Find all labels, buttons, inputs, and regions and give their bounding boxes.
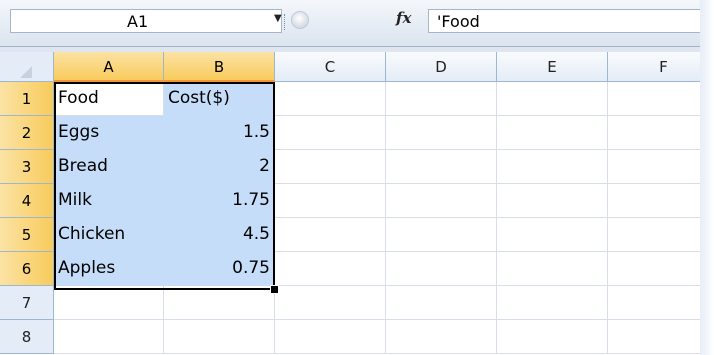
cell-a8[interactable]	[54, 320, 164, 354]
cell-a1[interactable]: Food	[54, 82, 164, 116]
cell-f5[interactable]	[608, 218, 700, 252]
cell-b8[interactable]	[164, 320, 275, 354]
table-row: Milk 1.75	[54, 184, 700, 218]
cell-c6[interactable]	[275, 252, 386, 286]
table-row: Food Cost($)	[54, 82, 700, 116]
cell-d8[interactable]	[386, 320, 497, 354]
table-row: Eggs 1.5	[54, 116, 700, 150]
table-row: Bread 2	[54, 150, 700, 184]
column-headers: A B C D E F	[54, 52, 700, 82]
cell-area: Food Cost($) Eggs 1.5 Bread 2 Milk 1.75 …	[54, 82, 700, 354]
cell-a4[interactable]: Milk	[54, 184, 164, 218]
column-header-f[interactable]: F	[608, 52, 700, 82]
cell-f3[interactable]	[608, 150, 700, 184]
cell-d6[interactable]	[386, 252, 497, 286]
insert-function-icon[interactable]: fx	[396, 9, 411, 27]
cell-c7[interactable]	[275, 286, 386, 320]
column-header-e[interactable]: E	[497, 52, 608, 82]
cell-b6[interactable]: 0.75	[164, 252, 275, 286]
cell-b3[interactable]: 2	[164, 150, 275, 184]
cell-d3[interactable]	[386, 150, 497, 184]
cell-b5[interactable]: 4.5	[164, 218, 275, 252]
cell-c1[interactable]	[275, 82, 386, 116]
row-header-7[interactable]: 7	[0, 286, 54, 320]
formula-bar: A1 ▼ fx 'Food	[0, 0, 700, 47]
cell-e2[interactable]	[497, 116, 608, 150]
cell-a7[interactable]	[54, 286, 164, 320]
formula-text: 'Food	[437, 12, 480, 31]
cell-f2[interactable]	[608, 116, 700, 150]
cell-c5[interactable]	[275, 218, 386, 252]
table-row: Chicken 4.5	[54, 218, 700, 252]
cell-f8[interactable]	[608, 320, 700, 354]
cell-c2[interactable]	[275, 116, 386, 150]
row-header-6[interactable]: 6	[0, 252, 54, 286]
cell-d4[interactable]	[386, 184, 497, 218]
cell-c8[interactable]	[275, 320, 386, 354]
row-headers: 1 2 3 4 5 6 7 8	[0, 82, 54, 354]
cell-a5[interactable]: Chicken	[54, 218, 164, 252]
cell-d5[interactable]	[386, 218, 497, 252]
cell-d7[interactable]	[386, 286, 497, 320]
table-row	[54, 320, 700, 354]
window-edge-fade	[700, 0, 714, 355]
cell-a6[interactable]: Apples	[54, 252, 164, 286]
cell-c3[interactable]	[275, 150, 386, 184]
chevron-down-icon[interactable]: ▼	[274, 13, 282, 24]
worksheet-grid[interactable]: A B C D E F 1 2 3 4 5 6 7 8 Food Cost($)	[0, 52, 700, 355]
cell-b1[interactable]: Cost($)	[164, 82, 275, 116]
cell-b7[interactable]	[164, 286, 275, 320]
row-header-3[interactable]: 3	[0, 150, 54, 184]
column-header-c[interactable]: C	[275, 52, 386, 82]
cell-f4[interactable]	[608, 184, 700, 218]
cell-d2[interactable]	[386, 116, 497, 150]
cell-b4[interactable]: 1.75	[164, 184, 275, 218]
name-box[interactable]: A1 ▼	[10, 9, 282, 33]
cell-f7[interactable]	[608, 286, 700, 320]
row-header-4[interactable]: 4	[0, 184, 54, 218]
row-header-8[interactable]: 8	[0, 320, 54, 354]
cell-e6[interactable]	[497, 252, 608, 286]
cell-e7[interactable]	[497, 286, 608, 320]
row-header-1[interactable]: 1	[0, 82, 54, 116]
row-header-5[interactable]: 5	[0, 218, 54, 252]
cell-e4[interactable]	[497, 184, 608, 218]
select-all-triangle-icon	[20, 66, 32, 78]
cell-f6[interactable]	[608, 252, 700, 286]
formula-input[interactable]: 'Food	[428, 9, 700, 33]
table-row	[54, 286, 700, 320]
cell-a2[interactable]: Eggs	[54, 116, 164, 150]
select-all-corner[interactable]	[0, 52, 54, 82]
cell-b2[interactable]: 1.5	[164, 116, 275, 150]
column-header-b[interactable]: B	[164, 52, 275, 82]
spreadsheet-window: A1 ▼ fx 'Food A B C D E F 1 2 3 4 5 6 7	[0, 0, 701, 355]
table-row: Apples 0.75	[54, 252, 700, 286]
column-header-a[interactable]: A	[54, 52, 164, 82]
cell-e1[interactable]	[497, 82, 608, 116]
column-header-d[interactable]: D	[386, 52, 497, 82]
cell-d1[interactable]	[386, 82, 497, 116]
name-box-value: A1	[127, 12, 149, 31]
cell-e5[interactable]	[497, 218, 608, 252]
row-header-2[interactable]: 2	[0, 116, 54, 150]
resize-grip[interactable]	[284, 14, 287, 30]
fill-handle[interactable]	[270, 285, 279, 294]
cell-c4[interactable]	[275, 184, 386, 218]
cell-f1[interactable]	[608, 82, 700, 116]
cell-e8[interactable]	[497, 320, 608, 354]
cell-a3[interactable]: Bread	[54, 150, 164, 184]
cancel-entry-icon[interactable]	[291, 11, 309, 29]
cell-e3[interactable]	[497, 150, 608, 184]
